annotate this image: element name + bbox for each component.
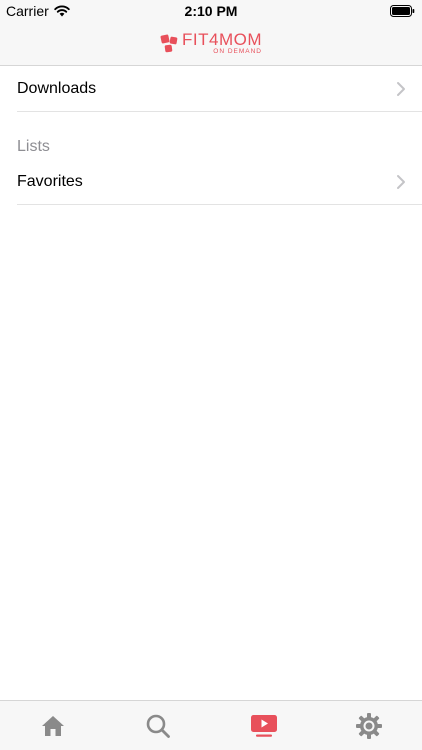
status-bar: Carrier 2:10 PM [0,0,422,22]
logo-mark-icon [160,34,178,52]
section-header-lists: Lists [17,138,50,155]
play-screen-icon [250,714,277,737]
app-screen: Carrier 2:10 PM FIT4MOM ON DEMAND Downlo… [0,0,422,750]
logo-sub-text: ON DEMAND [213,48,262,56]
chevron-right-icon [397,174,405,189]
logo-main-text: FIT4MOM [182,30,262,50]
home-icon [41,715,64,736]
battery-icon [390,5,415,17]
tab-bar [0,700,422,750]
logo-text: FIT4MOM ON DEMAND [182,31,262,56]
status-right [390,4,415,20]
tab-my-videos[interactable] [211,701,316,750]
nav-bar: FIT4MOM ON DEMAND [0,22,422,66]
favorites-label: Favorites [17,172,83,190]
downloads-row[interactable]: Downloads [17,66,422,112]
app-logo: FIT4MOM ON DEMAND [160,31,262,56]
tab-home[interactable] [0,701,105,750]
tab-search[interactable] [106,701,211,750]
favorites-row[interactable]: Favorites [17,159,422,205]
gear-icon [356,712,383,739]
tab-settings[interactable] [317,701,422,750]
chevron-right-icon [397,81,405,96]
search-icon [146,714,171,738]
downloads-label: Downloads [17,79,97,97]
status-time: 2:10 PM [184,3,238,19]
